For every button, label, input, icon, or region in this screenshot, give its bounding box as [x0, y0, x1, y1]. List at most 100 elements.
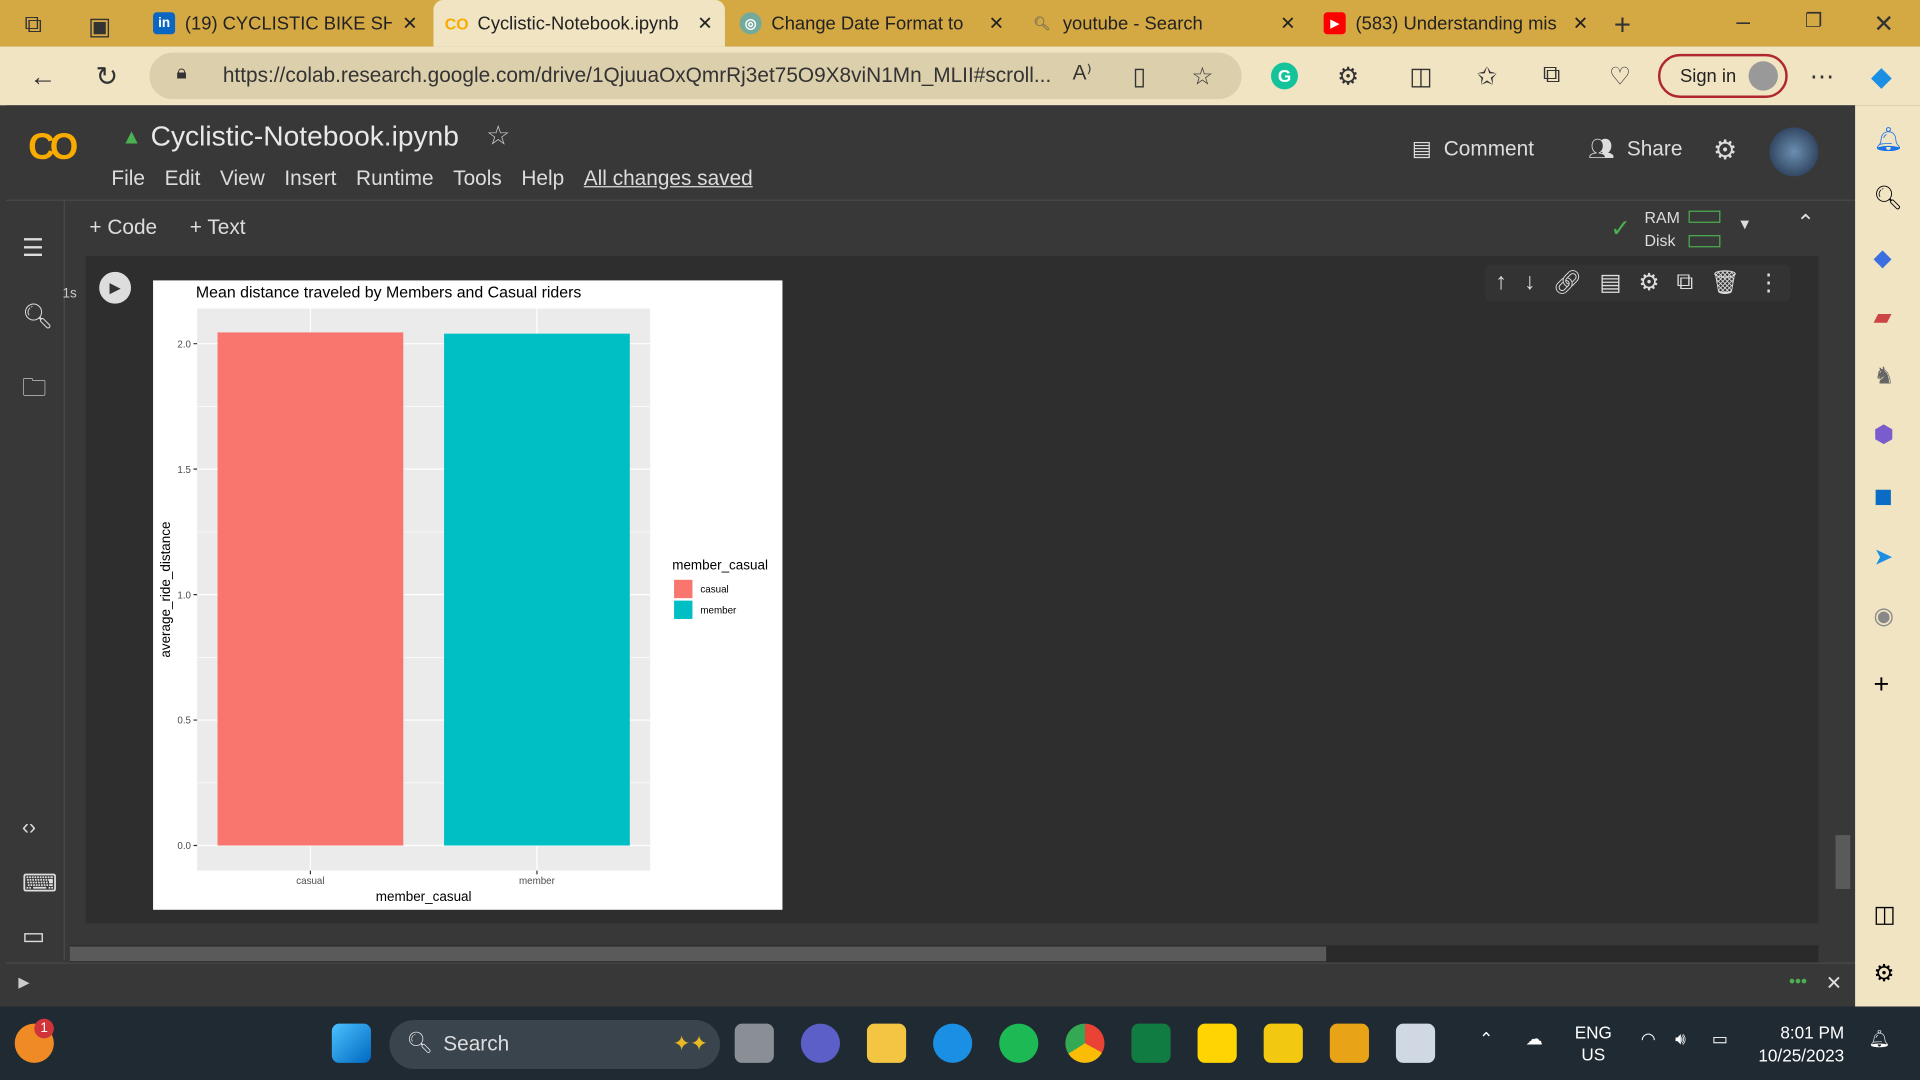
close-status-icon[interactable]: ✕: [1826, 971, 1842, 995]
user-avatar[interactable]: [1769, 127, 1819, 177]
taskbar-search[interactable]: 🔍︎ Search ✦✦: [389, 1020, 721, 1069]
spotify-icon[interactable]: [999, 1023, 1039, 1063]
code-snippets-icon[interactable]: ‹›: [22, 816, 36, 840]
move-down-icon[interactable]: ↓: [1524, 269, 1536, 296]
notifications-bell-icon[interactable]: 🔔︎: [1873, 125, 1903, 154]
delete-icon[interactable]: 🗑︎: [1710, 268, 1740, 297]
scrollbar-thumb[interactable]: [69, 946, 1327, 962]
close-tab-icon[interactable]: ✕: [697, 12, 712, 34]
horizontal-scrollbar[interactable]: [69, 945, 1819, 963]
task-view-icon[interactable]: [734, 1023, 774, 1063]
runtime-dropdown-icon[interactable]: ▼: [1738, 216, 1753, 233]
games-icon[interactable]: ♞: [1873, 362, 1894, 390]
wifi-icon[interactable]: ◠: [1641, 1029, 1656, 1050]
microsoft365-icon[interactable]: ⬢: [1873, 421, 1893, 449]
tab-linkedin[interactable]: in (19) CYCLISTIC BIKE SHA ✕: [141, 0, 430, 47]
expand-arrow-icon[interactable]: ▶: [18, 973, 29, 990]
refresh-icon[interactable]: ↻: [96, 61, 119, 93]
colab-logo[interactable]: CO: [28, 127, 78, 169]
vertical-scrollbar-thumb[interactable]: [1835, 835, 1851, 889]
back-icon[interactable]: ←: [29, 61, 56, 93]
show-hidden-icons[interactable]: ⌃: [1479, 1029, 1493, 1050]
run-cell-button[interactable]: ▶: [99, 271, 132, 304]
menu-edit[interactable]: Edit: [165, 167, 201, 191]
volume-icon[interactable]: 🔊︎: [1675, 1029, 1686, 1050]
more-vert-icon[interactable]: ⋮: [1757, 269, 1780, 297]
favorite-star-icon[interactable]: ☆: [1191, 61, 1213, 92]
copilot-icon[interactable]: ◆: [1871, 61, 1892, 93]
workspaces-icon[interactable]: ⧉: [24, 11, 41, 39]
add-code-button[interactable]: + Code: [89, 216, 157, 240]
more-options-icon[interactable]: ⋯: [1810, 61, 1834, 92]
notifications-icon[interactable]: 🔔︎: [1869, 1029, 1891, 1050]
edge-browser-icon[interactable]: [933, 1023, 973, 1063]
tools-briefcase-icon[interactable]: ▰: [1873, 304, 1891, 332]
close-tab-icon[interactable]: ✕: [989, 12, 1004, 34]
notebook-title[interactable]: Cyclistic-Notebook.ipynb: [151, 120, 459, 153]
comment-icon[interactable]: ▤: [1599, 269, 1621, 297]
clock[interactable]: 8:01 PM 10/25/2023: [1758, 1021, 1844, 1068]
power-bi-icon[interactable]: [1263, 1023, 1303, 1063]
onedrive-icon[interactable]: ☁: [1526, 1029, 1543, 1050]
files-folder-icon[interactable]: 🗀: [22, 370, 46, 412]
tab-actions-icon[interactable]: ▣: [88, 11, 111, 42]
menu-help[interactable]: Help: [521, 167, 564, 191]
star-icon[interactable]: ☆: [486, 120, 510, 152]
status-dots-icon[interactable]: •••: [1789, 971, 1807, 991]
teams-chat-icon[interactable]: [800, 1023, 841, 1063]
app-grid-icon[interactable]: [1395, 1023, 1436, 1063]
share-button[interactable]: 👥︎ Share: [1588, 137, 1682, 161]
tab-colab[interactable]: CO Cyclistic-Notebook.ipynb ✕: [433, 0, 725, 47]
send-icon[interactable]: ➤: [1873, 544, 1892, 572]
add-sidebar-app-icon[interactable]: +: [1873, 669, 1889, 701]
menu-view[interactable]: View: [220, 167, 265, 191]
search-icon[interactable]: 🔍︎: [22, 301, 53, 332]
close-tab-icon[interactable]: ✕: [402, 12, 417, 34]
move-up-icon[interactable]: ↑: [1495, 269, 1507, 296]
search-icon[interactable]: 🔍︎: [1873, 184, 1903, 213]
sidebar-toggle-icon[interactable]: ◫: [1873, 901, 1895, 929]
shopping-tag-icon[interactable]: ◆: [1873, 245, 1891, 273]
table-of-contents-icon[interactable]: ☰: [22, 233, 44, 264]
tab-chatgpt[interactable]: ◎ Change Date Format to ✕: [727, 0, 1016, 47]
favorites-icon[interactable]: ✩: [1477, 61, 1498, 92]
cell-settings-icon[interactable]: ⚙: [1638, 269, 1659, 297]
collections-icon[interactable]: ⧉: [1543, 61, 1560, 89]
split-screen-icon[interactable]: ◫: [1409, 61, 1432, 92]
language-indicator[interactable]: ENG US: [1575, 1021, 1612, 1065]
menu-file[interactable]: File: [111, 167, 145, 191]
tab-youtube-search[interactable]: 🔍︎ youtube - Search ✕: [1019, 0, 1308, 47]
tab-youtube-video[interactable]: ▶ (583) Understanding mis ✕: [1311, 0, 1600, 47]
outlook-icon[interactable]: ◼: [1873, 482, 1892, 510]
mirror-cell-icon[interactable]: ⧉: [1676, 269, 1693, 296]
sign-in-button[interactable]: Sign in: [1657, 53, 1788, 98]
chrome-icon[interactable]: [1065, 1023, 1105, 1063]
menu-tools[interactable]: Tools: [453, 167, 502, 191]
snipping-tool-icon[interactable]: [1329, 1023, 1369, 1063]
grammarly-icon[interactable]: G: [1271, 62, 1298, 90]
add-text-button[interactable]: + Text: [190, 216, 246, 240]
comment-button[interactable]: ▤ Comment: [1412, 137, 1534, 161]
close-window-icon[interactable]: ✕: [1873, 9, 1894, 40]
restore-icon[interactable]: ❐: [1805, 9, 1823, 33]
terminal-icon[interactable]: ▭: [22, 921, 45, 952]
close-tab-icon[interactable]: ✕: [1280, 12, 1295, 34]
sticky-notes-icon[interactable]: [1197, 1023, 1237, 1063]
menu-runtime[interactable]: Runtime: [356, 167, 434, 191]
windows-start-icon[interactable]: [331, 1023, 372, 1063]
extensions-icon[interactable]: ⚙: [1337, 61, 1359, 92]
read-aloud-icon[interactable]: A⁾: [1073, 61, 1092, 85]
close-tab-icon[interactable]: ✕: [1573, 12, 1588, 34]
browser-essentials-icon[interactable]: ♡: [1609, 61, 1631, 92]
resources-indicator[interactable]: RAM Disk: [1644, 206, 1721, 253]
command-palette-icon[interactable]: ⌨: [22, 868, 57, 899]
menu-insert[interactable]: Insert: [284, 167, 336, 191]
new-tab-icon[interactable]: +: [1614, 9, 1631, 43]
minimize-icon[interactable]: –: [1736, 9, 1750, 37]
save-status-link[interactable]: All changes saved: [584, 167, 753, 191]
battery-icon[interactable]: ▭: [1712, 1029, 1728, 1050]
collapse-header-icon[interactable]: ⌃: [1796, 211, 1814, 237]
owl-icon[interactable]: ◉: [1873, 602, 1893, 630]
file-explorer-icon[interactable]: [866, 1023, 907, 1063]
link-icon[interactable]: 🔗︎: [1553, 268, 1583, 297]
